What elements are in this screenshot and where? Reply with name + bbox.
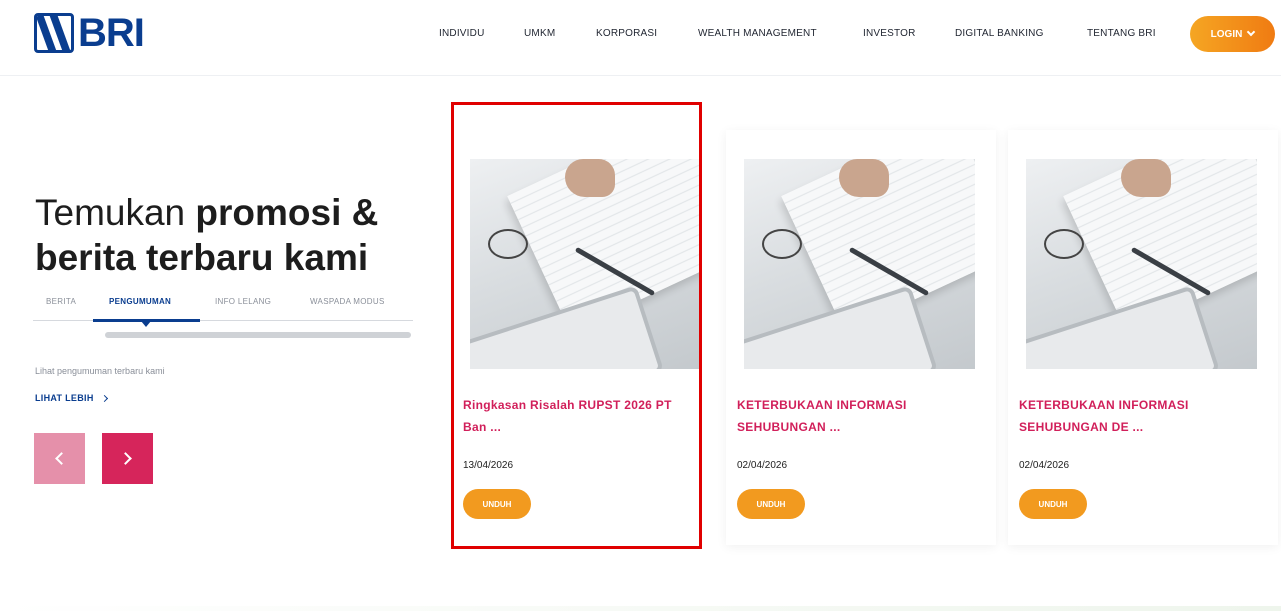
- see-more-label: LIHAT LEBIH: [35, 393, 94, 403]
- tab-pengumuman[interactable]: PENGUMUMAN: [109, 297, 171, 306]
- chevron-down-icon: [1247, 27, 1256, 37]
- nav-item-individu[interactable]: INDIVIDU: [439, 28, 485, 39]
- card-image: [744, 159, 975, 369]
- nav-item-tentang-bri[interactable]: TENTANG BRI: [1087, 28, 1156, 39]
- tab-waspada-modus[interactable]: WASPADA MODUS: [310, 297, 385, 306]
- nav-item-digital-banking[interactable]: DIGITAL BANKING: [955, 28, 1044, 39]
- highlight-box: [451, 102, 702, 549]
- carousel-next-button[interactable]: [102, 433, 153, 484]
- bri-logo-mark-icon: [34, 13, 74, 53]
- headline-line2: berita terbaru kami: [35, 237, 369, 278]
- active-tab-pointer: [141, 321, 151, 327]
- logo-text: BRI: [78, 11, 145, 55]
- announcement-card[interactable]: KETERBUKAAN INFORMASI SEHUBUNGAN DE ... …: [1008, 130, 1278, 545]
- see-more-link[interactable]: LIHAT LEBIH: [35, 393, 108, 403]
- hand-shape: [1121, 159, 1171, 197]
- nav-item-korporasi[interactable]: KORPORASI: [596, 28, 657, 39]
- site-header: BRI INDIVIDU UMKM KORPORASI WEALTH MANAG…: [0, 0, 1281, 76]
- glasses-shape: [1044, 229, 1084, 259]
- download-button[interactable]: UNDUH: [737, 489, 805, 519]
- carousel-prev-button[interactable]: [34, 433, 85, 484]
- card-date: 02/04/2026: [1019, 460, 1070, 471]
- hand-shape: [839, 159, 889, 197]
- card-date: 02/04/2026: [737, 460, 788, 471]
- category-tabs: BERITA PENGUMUMAN INFO LELANG WASPADA MO…: [33, 297, 413, 321]
- chevron-right-icon: [119, 452, 132, 465]
- chevron-right-icon: [100, 394, 108, 402]
- glasses-shape: [762, 229, 802, 259]
- headline-part1: Temukan: [35, 192, 196, 233]
- nav-item-wealth-management[interactable]: WEALTH MANAGEMENT: [698, 28, 817, 39]
- download-button[interactable]: UNDUH: [1019, 489, 1087, 519]
- section-headline: Temukan promosi & berita terbaru kami: [35, 190, 425, 280]
- login-label: LOGIN: [1210, 28, 1243, 40]
- headline-bold: promosi &: [195, 192, 379, 233]
- card-image: [1026, 159, 1257, 369]
- chevron-left-icon: [55, 452, 68, 465]
- nav-item-umkm[interactable]: UMKM: [524, 28, 555, 39]
- section-subtext: Lihat pengumuman terbaru kami: [35, 366, 165, 376]
- nav-item-investor[interactable]: INVESTOR: [863, 28, 916, 39]
- tab-info-lelang[interactable]: INFO LELANG: [215, 297, 271, 306]
- login-button[interactable]: LOGIN: [1190, 16, 1275, 52]
- bri-logo[interactable]: BRI: [34, 11, 145, 55]
- tab-berita[interactable]: BERITA: [46, 297, 76, 306]
- announcement-card[interactable]: KETERBUKAAN INFORMASI SEHUBUNGAN ... 02/…: [726, 130, 996, 545]
- footer-divider: [0, 606, 1281, 611]
- tabs-scrollbar[interactable]: [105, 332, 411, 338]
- card-title[interactable]: KETERBUKAAN INFORMASI SEHUBUNGAN DE ...: [1019, 394, 1254, 438]
- card-title[interactable]: KETERBUKAAN INFORMASI SEHUBUNGAN ...: [737, 394, 972, 438]
